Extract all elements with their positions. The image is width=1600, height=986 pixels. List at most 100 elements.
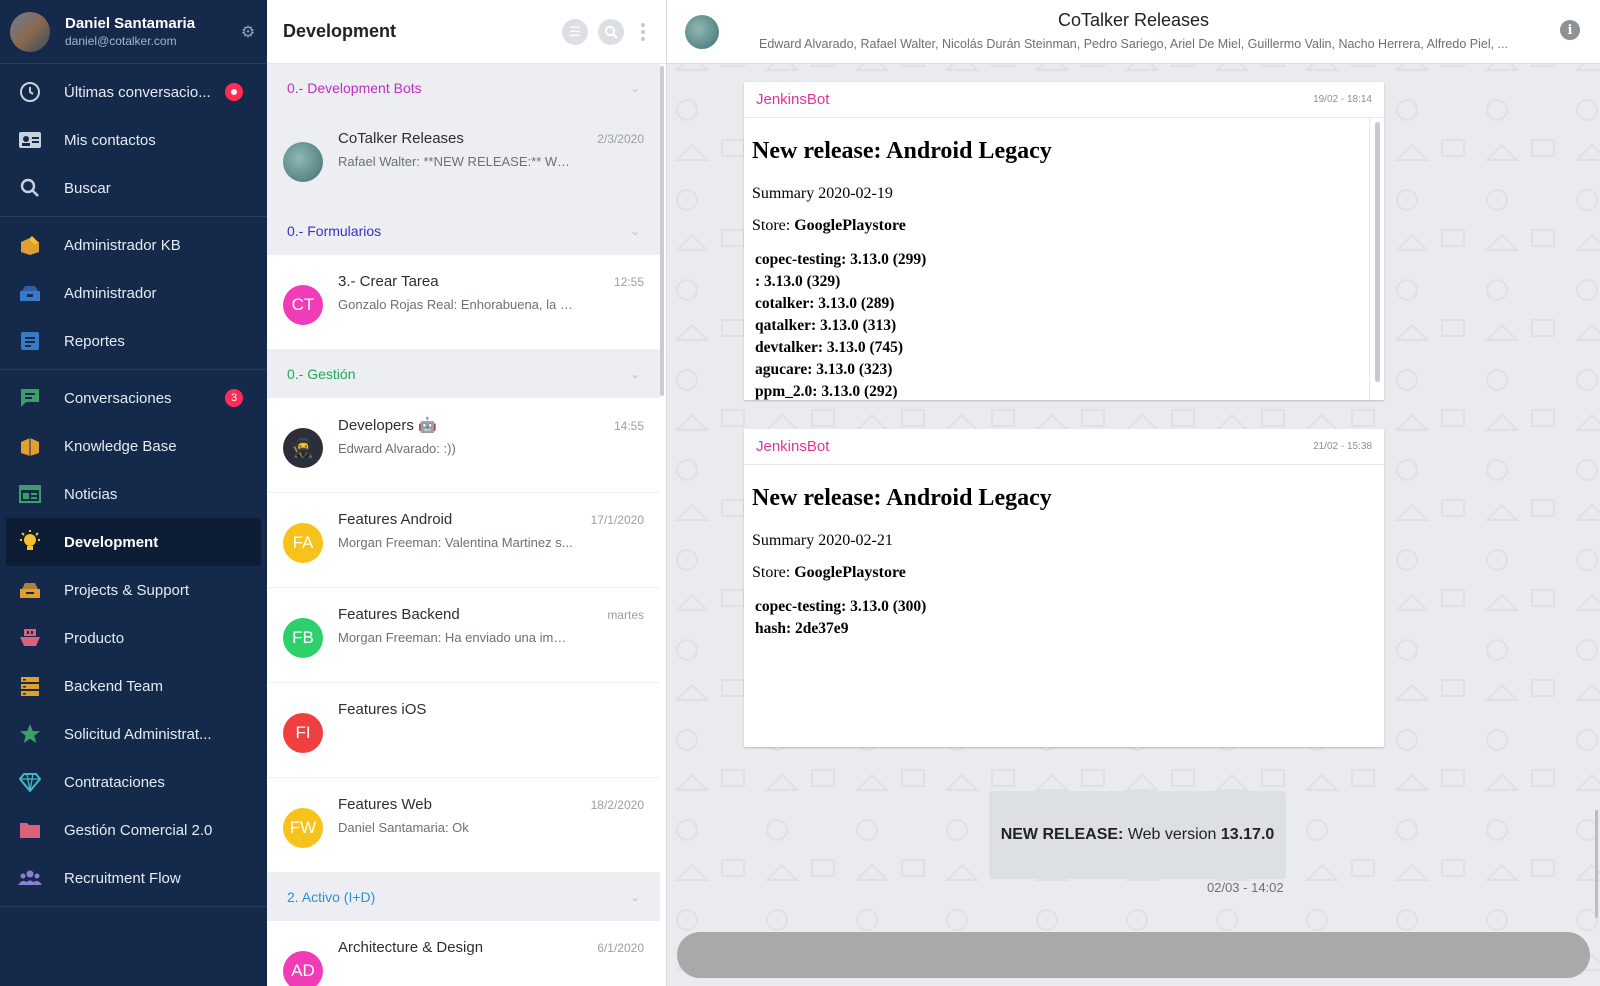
avatar: FA [283,523,323,563]
avatar: 🥷 [283,428,323,468]
sidebar-item-recruitment-flow[interactable]: Recruitment Flow [0,854,267,902]
avatar: CT [283,285,323,325]
group-header[interactable]: 2. Activo (I+D) ⌄ [267,873,660,921]
chevron-down-icon[interactable]: ⌄ [630,224,640,238]
sidebar-item-noticias[interactable]: Noticias [0,470,267,518]
conversation-item[interactable]: FA Features Android 17/1/2020 Morgan Fre… [267,493,660,588]
conversation-time: 18/2/2020 [590,798,644,812]
scrollbar[interactable] [1375,122,1380,382]
avatar: FI [283,713,323,753]
group-header[interactable]: 0.- Gestión ⌄ [267,350,660,398]
sidebar-item-projects-support[interactable]: Projects & Support [0,566,267,614]
release-line: ppm_2.0: 3.13.0 (292) [755,383,898,400]
conversation-groups: 0.- Development Bots ⌄ CoTalker Releases … [267,64,666,986]
group-header[interactable]: 0.- Development Bots ⌄ [267,64,660,112]
conversation-item[interactable]: CoTalker Releases 2/3/2020 Rafael Walter… [267,112,660,207]
conversation-item[interactable]: FI Features iOS [267,683,660,778]
profile-header[interactable]: Daniel Santamaria daniel@cotalker.com ⚙ [0,0,267,64]
conversation-time: 12:55 [613,275,644,289]
search-icon[interactable] [598,18,624,45]
panel-header: Development ☰ [267,0,666,64]
avatar[interactable] [10,11,50,52]
conversation-name: Features Web [338,796,432,813]
sidebar-item-contrataciones[interactable]: Contrataciones [0,758,267,806]
avatar: AD [283,951,323,986]
release-line: cotalker: 3.13.0 (289) [755,295,895,312]
conversation-list-panel: Development ☰ 0.- Development Bots ⌄ CoTa… [267,0,667,986]
sidebar-item-administrador-kb[interactable]: Administrador KB [0,221,267,269]
conversation-item[interactable]: FB Features Backend martes Morgan Freema… [267,588,660,683]
chevron-down-icon[interactable]: ⌄ [630,81,640,95]
nav-group: Conversaciones 3 Knowledge Base Noticias Dev… [0,370,267,907]
search-icon [18,176,42,200]
sidebar-nav: Últimas conversacio... Mis contactos Busca… [0,64,267,907]
checklist-icon[interactable]: ☰ [562,18,588,45]
server-icon [18,674,42,698]
release-line: : 3.13.0 (329) [755,273,841,290]
conversation-name: Architecture & Design [338,939,484,956]
chat-avatar[interactable] [685,14,719,49]
sidebar-item-producto[interactable]: Producto [0,614,267,662]
conversation-name: Features Android [338,511,453,528]
bot-message-card: JenkinsBot 21/02 - 15:38 New release: An… [744,429,1384,747]
info-icon[interactable]: i [1560,20,1580,40]
store-name: GooglePlaystore [794,564,906,581]
message-timestamp: 19/02 - 18:14 [1313,94,1372,105]
chat-title[interactable]: CoTalker Releases [757,10,1510,31]
scrollbar[interactable] [660,66,664,396]
sidebar-item-mis-contactos[interactable]: Mis contactos [0,116,267,164]
sidebar-item-label: Últimas conversacio... [64,83,211,101]
release-line: agucare: 3.13.0 (323) [755,361,893,378]
more-options-icon[interactable] [636,22,650,41]
group-label: 0.- Development Bots [287,80,422,96]
sender-name[interactable]: JenkinsBot [756,91,1313,108]
sidebar-item-label: Recruitment Flow [64,869,181,887]
avatar [283,142,323,182]
bubble-version: 13.17.0 [1220,826,1275,843]
sidebar-item-reportes[interactable]: Reportes [0,317,267,365]
report-icon [18,329,42,353]
sidebar-item-label: Producto [64,629,125,647]
gear-icon[interactable]: ⚙ [239,23,257,41]
sidebar-item-gesti-n-comercial-2-0[interactable]: Gestión Comercial 2.0 [0,806,267,854]
sidebar-item-label: Administrador KB [64,236,181,254]
sidebar-item-backend-team[interactable]: Backend Team [0,662,267,710]
chevron-down-icon[interactable]: ⌄ [630,367,640,381]
sidebar-item-ltimas-conversacio[interactable]: Últimas conversacio... [0,68,267,116]
chat-header: CoTalker Releases Edward Alvarado, Rafae… [667,0,1600,64]
conversation-preview: Edward Alvarado: :)) [338,441,456,456]
profile-email: daniel@cotalker.com [65,34,177,48]
sidebar-item-solicitud-administrat[interactable]: Solicitud Administrat... [0,710,267,758]
conversation-time: 6/1/2020 [597,941,644,955]
conversation-name: Features Backend [338,606,460,623]
sidebar-item-label: Conversaciones [64,389,172,407]
ship-icon [18,626,42,650]
chat-members: Edward Alvarado, Rafael Walter, Nicolás … [759,37,1508,51]
conversation-item[interactable]: AD Architecture & Design 6/1/2020 [267,921,660,986]
chevron-down-icon[interactable]: ⌄ [630,890,640,904]
chat-panel: CoTalker Releases Edward Alvarado, Rafae… [667,0,1600,986]
group-header[interactable]: 0.- Formularios ⌄ [267,207,660,255]
scrollbar[interactable] [1595,810,1598,918]
people-icon [18,866,42,890]
star-icon [18,722,42,746]
sidebar-item-knowledge-base[interactable]: Knowledge Base [0,422,267,470]
sidebar-item-administrador[interactable]: Administrador [0,269,267,317]
message-input[interactable] [677,932,1590,978]
contact-card-icon [18,128,42,152]
conversation-item[interactable]: CT 3.- Crear Tarea 12:55 Gonzalo Rojas R… [267,255,660,350]
sidebar-item-buscar[interactable]: Buscar [0,164,267,212]
sidebar-item-label: Buscar [64,179,111,197]
book-icon [18,434,42,458]
sidebar-item-development[interactable]: Development [6,518,261,566]
nav-group: Últimas conversacio... Mis contactos Busca… [0,64,267,217]
conversation-item[interactable]: 🥷 Developers 🤖 14:55 Edward Alvarado: :)… [267,398,660,493]
conversation-preview: Daniel Santamaria: Ok [338,820,469,835]
sidebar-item-label: Noticias [64,485,118,503]
sender-name[interactable]: JenkinsBot [756,438,1313,455]
nav-group: Administrador KB Administrador Reportes [0,217,267,370]
release-line: copec-testing: 3.13.0 (300) [755,598,927,615]
conversation-item[interactable]: FW Features Web 18/2/2020 Daniel Santama… [267,778,660,873]
sidebar-item-conversaciones[interactable]: Conversaciones 3 [0,374,267,422]
tray-icon [18,578,42,602]
